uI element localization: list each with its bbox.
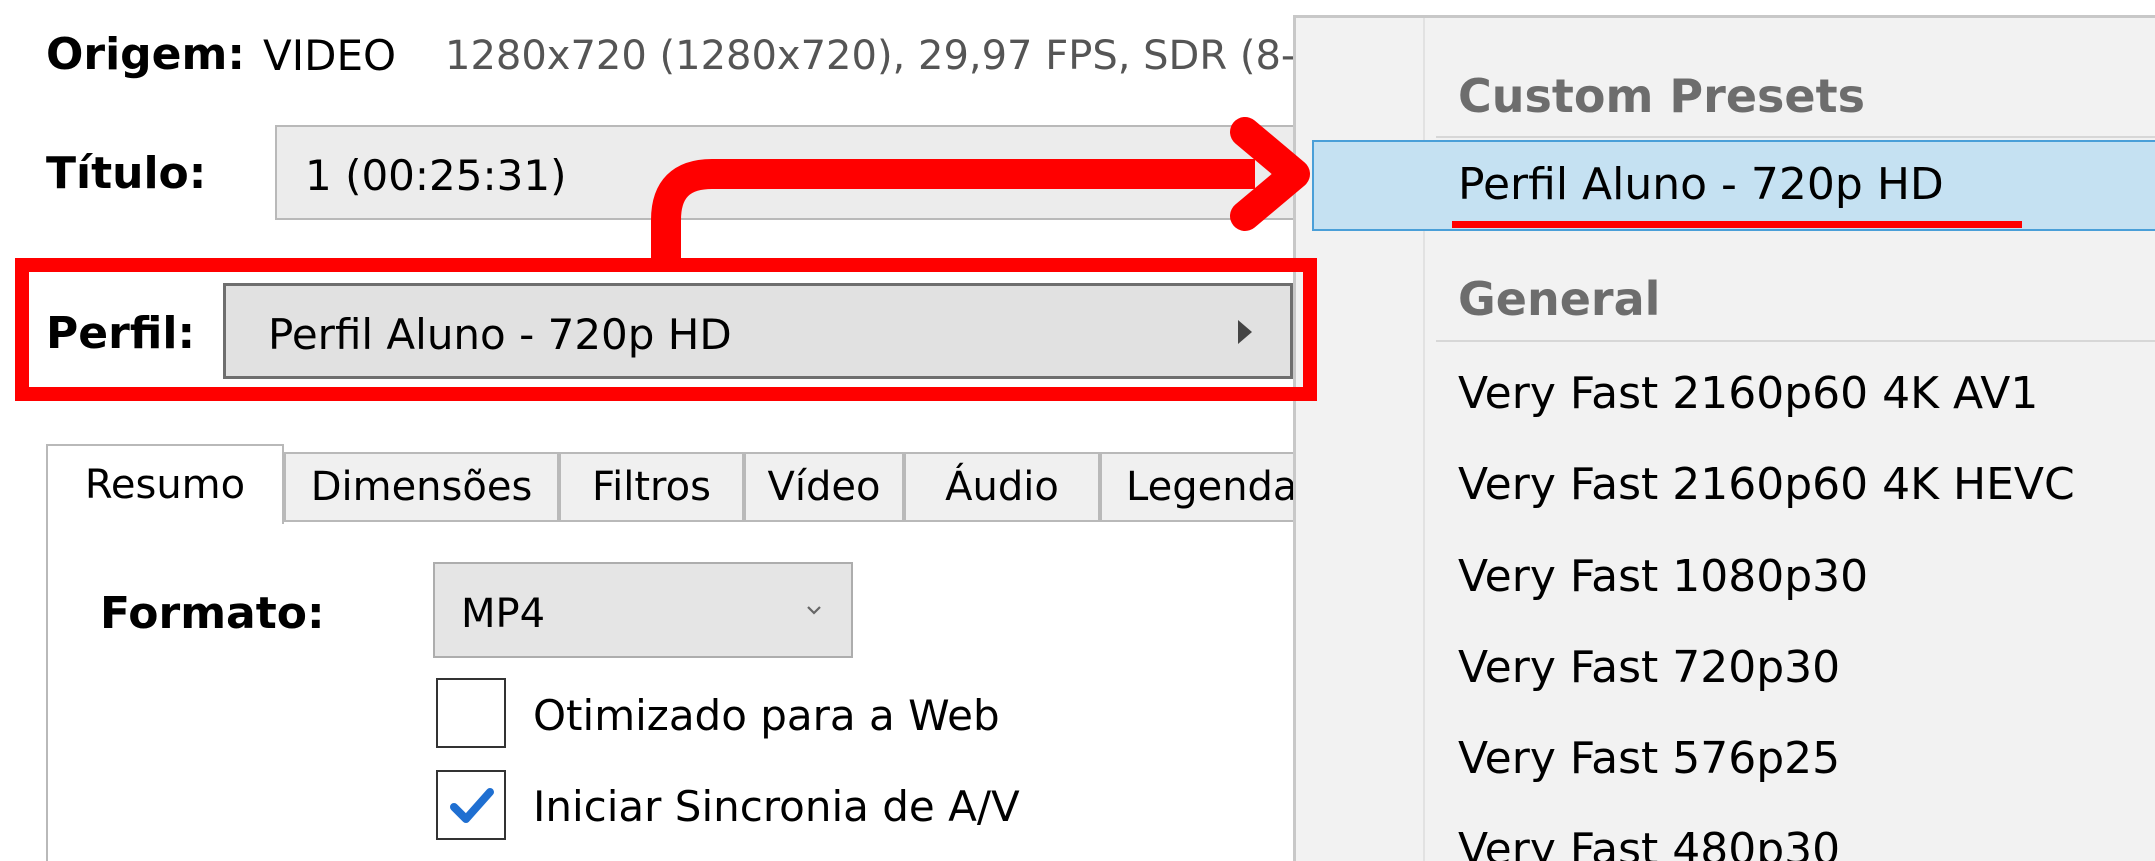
annotation-arrow-icon	[651, 117, 1310, 262]
